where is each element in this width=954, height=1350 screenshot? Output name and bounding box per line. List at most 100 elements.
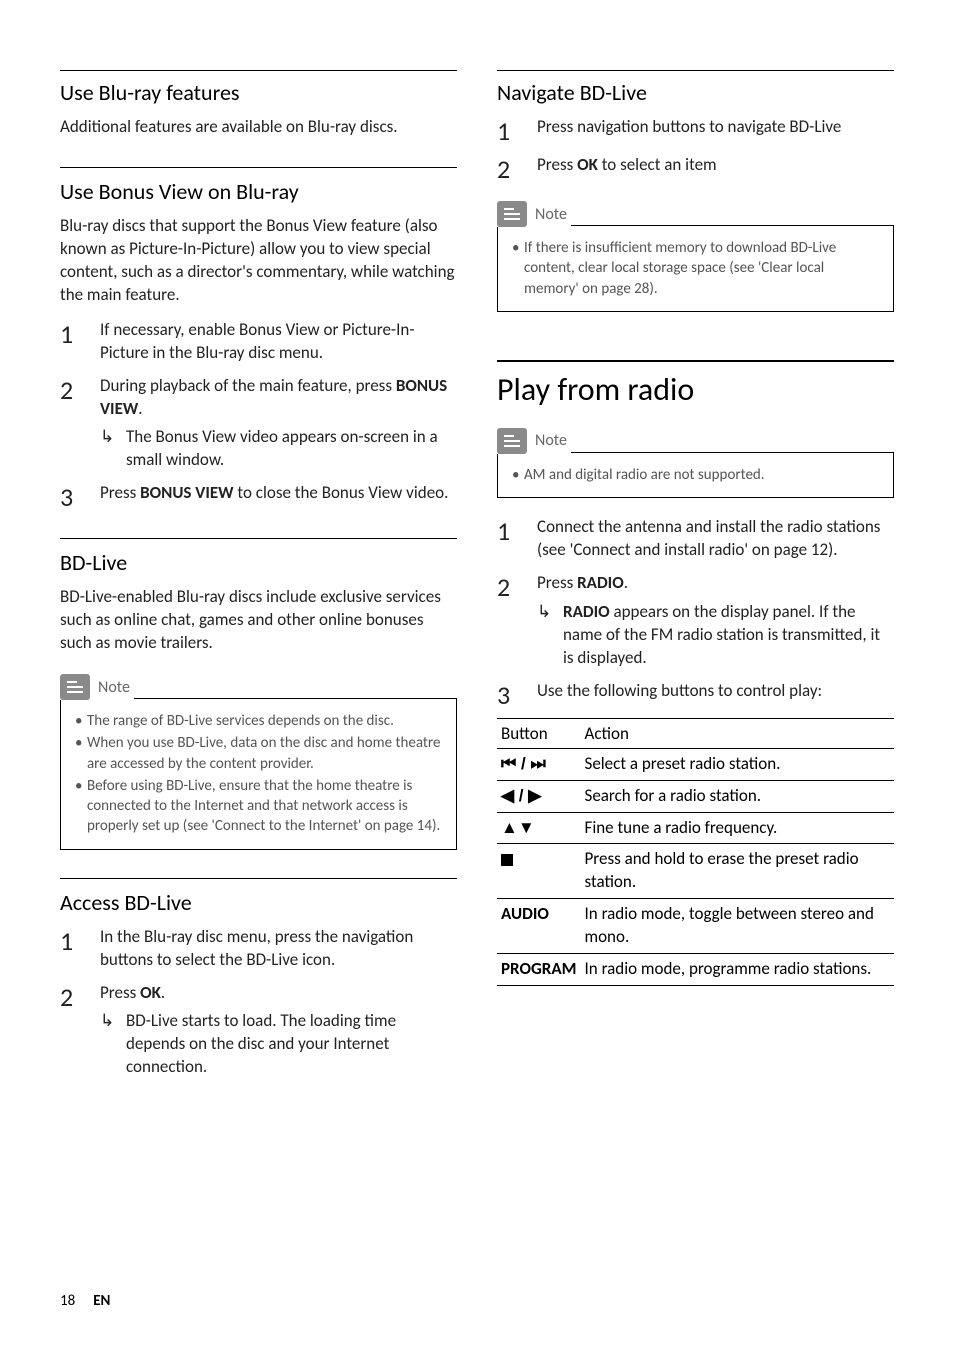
step-text: Press OK. ↳ BD-Live starts to load. The … [100,982,457,1080]
step-number: 1 [497,516,537,562]
body-bluray-features: Additional features are available on Blu… [60,116,457,139]
note-icon [497,201,527,227]
table-row: ◀ / ▶ Search for a radio station. [497,780,894,812]
action-cell: Select a preset radio station. [581,748,894,780]
text: appears on the display panel. If the nam… [563,601,880,668]
button-cell: ⏮ / ⏭ [497,748,581,780]
step-number: 1 [497,116,537,144]
button-action-table: Button Action ⏮ / ⏭ Select a preset radi… [497,718,894,987]
button-cell: AUDIO [497,899,581,954]
steps-bonus-view: 1 If necessary, enable Bonus View or Pic… [60,319,457,511]
divider [60,70,457,71]
note-label: Note [535,205,567,224]
step-text: In the Blu-ray disc menu, press the navi… [100,926,457,972]
step-text: Connect the antenna and install the radi… [537,516,894,562]
step-text: Press RADIO. ↳ RADIO appears on the disp… [537,572,894,670]
text: Press [537,572,577,593]
step-text: If necessary, enable Bonus View or Pictu… [100,319,457,365]
language-code: EN [93,1292,110,1310]
note-item: If there is insufficient memory to downl… [512,238,879,299]
button-label: RADIO [577,572,624,593]
note-item: When you use BD-Live, data on the disc a… [75,733,442,774]
action-cell: In radio mode, programme radio stations. [581,954,894,986]
steps-navigate-bdlive: 1 Press navigation buttons to navigate B… [497,116,894,182]
button-label: BONUS VIEW [140,482,233,503]
button-cell: ▲▼ [497,812,581,844]
step-text: Press navigation buttons to navigate BD-… [537,116,894,144]
divider [497,70,894,71]
table-row: Press and hold to erase the preset radio… [497,844,894,899]
divider [60,167,457,168]
result-arrow-icon: ↳ [537,601,563,670]
heading-bonus-view: Use Bonus View on Blu-ray [60,178,457,205]
action-cell: Press and hold to erase the preset radio… [581,844,894,899]
result-text: BD-Live starts to load. The loading time… [126,1010,457,1079]
note-item: Before using BD-Live, ensure that the ho… [75,776,442,837]
note-label: Note [535,431,567,450]
note-box: Note If there is insufficient memory to … [497,200,894,312]
page-number: 18 [60,1292,75,1310]
text: . [161,982,165,1003]
step-number: 3 [497,680,537,708]
step-number: 2 [60,375,100,473]
heading-navigate-bdlive: Navigate BD-Live [497,79,894,106]
button-cell [497,844,581,899]
action-cell: In radio mode, toggle between stereo and… [581,899,894,954]
table-header-action: Action [581,718,894,748]
steps-access-bdlive: 1 In the Blu-ray disc menu, press the na… [60,926,457,1080]
step-text: Press BONUS VIEW to close the Bonus View… [100,482,457,510]
table-row: ⏮ / ⏭ Select a preset radio station. [497,748,894,780]
button-cell: ◀ / ▶ [497,780,581,812]
body-bdlive: BD-Live-enabled Blu-ray discs include ex… [60,586,457,655]
divider [60,538,457,539]
step-number: 3 [60,482,100,510]
steps-play-radio: 1 Connect the antenna and install the ra… [497,516,894,708]
step-number: 2 [497,572,537,670]
text: . [624,572,628,593]
heading-bdlive: BD-Live [60,549,457,576]
result-arrow-icon: ↳ [100,1010,126,1079]
step-number: 1 [60,926,100,972]
text: During playback of the main feature, pre… [100,375,396,396]
table-row: ▲▼ Fine tune a radio frequency. [497,812,894,844]
button-label: OK [577,154,598,175]
button-cell: PROGRAM [497,954,581,986]
table-header-button: Button [497,718,581,748]
text: to select an item [598,154,717,175]
note-box: Note The range of BD-Live services depen… [60,673,457,850]
result-arrow-icon: ↳ [100,426,126,472]
heading-access-bdlive: Access BD-Live [60,889,457,916]
table-row: AUDIO In radio mode, toggle between ster… [497,899,894,954]
note-icon [497,428,527,454]
heading-play-from-radio: Play from radio [497,370,894,409]
body-bonus-view: Blu-ray discs that support the Bonus Vie… [60,215,457,307]
note-item: AM and digital radio are not supported. [512,465,879,485]
step-text: Press OK to select an item [537,154,894,182]
page-footer: 18 EN [60,1292,110,1310]
text: Press [100,982,140,1003]
step-number: 1 [60,319,100,365]
button-label: RADIO [563,601,610,622]
button-label: OK [140,982,161,1003]
action-cell: Fine tune a radio frequency. [581,812,894,844]
result-text: The Bonus View video appears on-screen i… [126,426,457,472]
step-number: 2 [497,154,537,182]
table-row: PROGRAM In radio mode, programme radio s… [497,954,894,986]
text: . [138,398,142,419]
stop-icon [501,854,513,866]
text: to close the Bonus View video. [234,482,449,503]
action-cell: Search for a radio station. [581,780,894,812]
result-text: RADIO appears on the display panel. If t… [563,601,894,670]
note-box: Note AM and digital radio are not suppor… [497,427,894,498]
heading-bluray-features: Use Blu-ray features [60,79,457,106]
step-text: During playback of the main feature, pre… [100,375,457,473]
text: Press [537,154,577,175]
divider [60,878,457,879]
step-text: Use the following buttons to control pla… [537,680,894,708]
divider [497,360,894,362]
note-item: The range of BD-Live services depends on… [75,711,442,731]
text: Press [100,482,140,503]
note-label: Note [98,678,130,697]
note-icon [60,674,90,700]
step-number: 2 [60,982,100,1080]
